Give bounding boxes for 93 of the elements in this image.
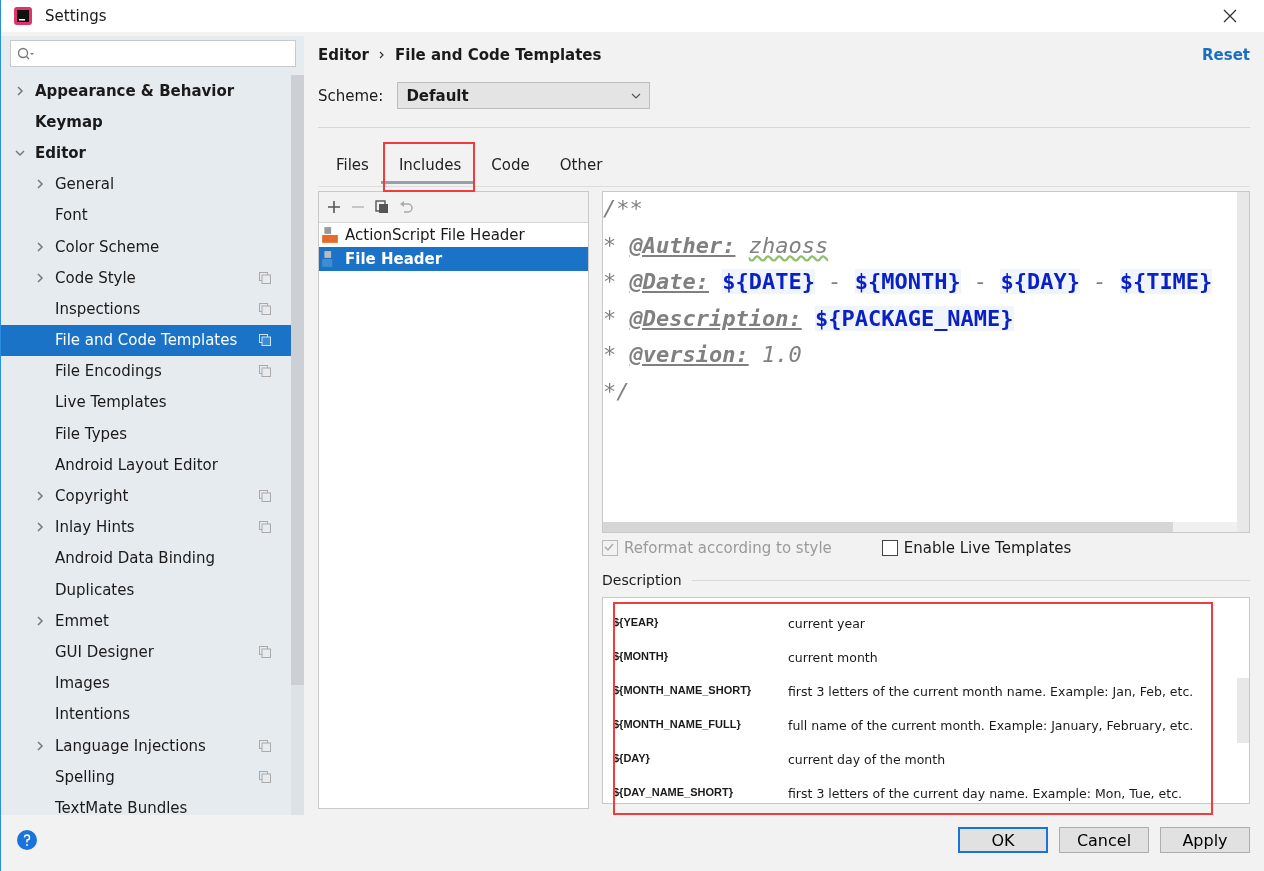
file-icon [321,226,339,244]
tab[interactable]: Other [541,144,615,184]
tree-item[interactable]: Duplicates [1,574,291,606]
search-icon [17,46,35,61]
chevron-icon [35,272,45,283]
app-logo-icon [13,6,33,26]
chevron-icon [379,50,385,60]
template-item[interactable]: File Header [319,247,588,271]
scrollbar-thumb[interactable] [291,75,304,685]
tree-item[interactable]: Intentions [1,698,291,730]
section-title: Description [602,572,682,588]
copy-icon [259,302,271,315]
copy-icon[interactable] [375,200,389,214]
tree-item[interactable]: File and Code Templates [1,324,291,356]
tab[interactable]: Code [473,144,542,184]
variable-name: ${MONTH_NAME_FULL} [613,718,742,732]
chevron-icon [35,241,45,252]
chevron-icon [15,147,25,158]
checkbox-label: Reformat according to style [624,539,832,557]
code-line: */ [603,378,631,406]
scrollbar[interactable] [1237,192,1249,532]
variable-description: current year [788,616,865,633]
tree-item[interactable]: Inlay Hints [1,511,291,543]
scrollbar-thumb[interactable] [603,522,1173,532]
chevron-icon [35,740,45,751]
copy-icon [259,490,271,503]
copy-icon [259,739,271,752]
copy-icon [259,365,271,378]
dialog-button[interactable]: Cancel [1059,827,1149,853]
tree-item[interactable]: General [1,168,291,200]
tree-item[interactable]: File Types [1,418,291,450]
dialog-button[interactable]: OK [958,827,1048,853]
tree-item[interactable]: Keymap [1,106,291,138]
caret-icon [631,92,642,99]
checkbox[interactable] [881,540,898,556]
code-line: * @Auther: zhaoss [603,232,830,260]
tree-item[interactable]: Color Scheme [1,230,291,263]
tree-item[interactable]: Live Templates [1,386,291,419]
code-line: * @version: 1.0 [603,342,803,369]
tree-item[interactable]: Editor [1,137,291,169]
tree-item[interactable]: TextMate Bundles [1,792,291,824]
tree-item[interactable]: Spelling [1,761,291,793]
tree-item[interactable]: Images [1,667,291,699]
variable-name: ${DAY_NAME_SHORT} [613,786,735,800]
add-icon[interactable] [327,200,341,214]
variable-name: ${MONTH_NAME_SHORT} [613,684,753,698]
tab[interactable]: Files [318,144,381,184]
scrollbar-thumb[interactable] [1237,678,1249,743]
tree-item[interactable]: Inspections [1,293,291,325]
tree-item[interactable]: GUI Designer [1,636,291,668]
checkbox-label: Enable Live Templates [903,539,1072,557]
code-editor[interactable]: /** * @Auther: zhaoss * @Date: ${DATE} - ${MONTH} - ${DAY} - ${TIME} * @Description: ${PACKAGE_NAME} * @version: 1.0 */ [602,191,1250,533]
tree-item[interactable]: Font [1,199,291,231]
variable-description: current month [788,650,878,667]
tree-item[interactable]: Copyright [1,480,291,512]
checkmark-icon [603,541,615,553]
chevron-icon [15,85,25,96]
chevron-icon [35,491,45,502]
breadcrumb-item: File and Code Templates [395,46,602,64]
undo-icon[interactable] [399,200,413,214]
copy-icon [259,521,271,534]
breadcrumb-item: Editor [318,46,369,64]
copy-icon [259,770,271,783]
tree-item[interactable]: Appearance & Behavior [1,75,291,107]
copy-icon [259,645,271,658]
variable-description: first 3 letters of the current month name. Example: Jan, Feb, etc. [788,684,1194,701]
variable-name: ${YEAR} [613,616,660,630]
window-title: Settings [45,7,107,25]
code-line: /** [603,196,644,223]
scheme-dropdown[interactable]: Default [397,82,651,109]
copy-icon [259,334,271,347]
variable-name: ${MONTH} [613,650,669,664]
chevron-icon [35,179,45,190]
tree-item[interactable]: Android Layout Editor [1,449,291,481]
reset-link[interactable]: Reset [1202,46,1250,64]
dialog-button[interactable]: Apply [1160,827,1250,853]
copy-icon [259,271,271,284]
tree-item[interactable]: Code Style [1,262,291,294]
variable-description: first 3 letters of the current day name. Example: Mon, Tue, etc. [788,786,1182,803]
tree-item[interactable]: Android Data Binding [1,542,291,574]
tree-item[interactable]: Language Injections [1,729,291,762]
chevron-icon [35,615,45,626]
variable-description: current day of the month [788,752,946,769]
scheme-label: Scheme: [318,86,384,105]
help-button[interactable] [17,830,37,850]
close-icon[interactable] [1223,9,1237,23]
tree-item[interactable]: Emmet [1,605,291,637]
chevron-icon [35,522,45,533]
search-field[interactable] [10,40,296,67]
tree-item[interactable]: File Encodings [1,355,291,387]
variable-description: full name of the current month. Example: January, February, etc. [788,718,1194,735]
tab[interactable]: Includes [380,144,474,184]
template-item[interactable]: ActionScript File Header [319,223,588,247]
